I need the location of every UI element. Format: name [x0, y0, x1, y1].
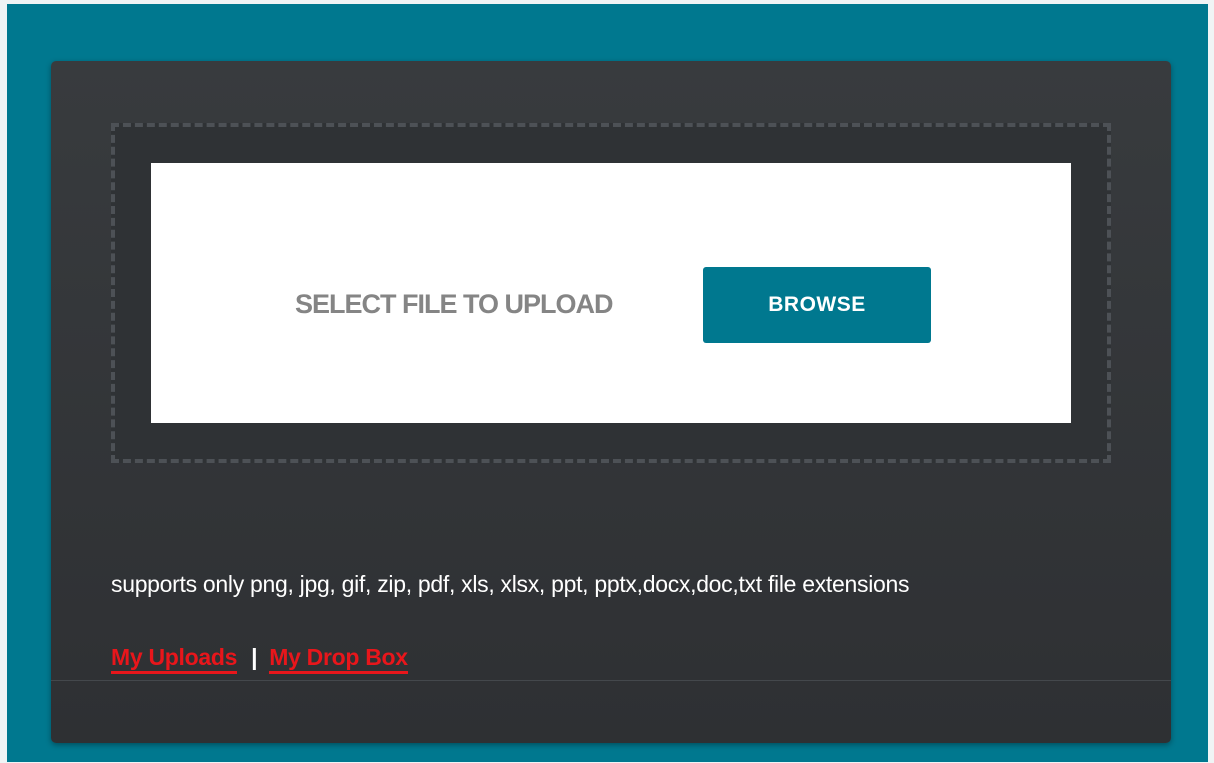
file-drop-zone[interactable]: SELECT FILE TO UPLOAD BROWSE: [111, 123, 1111, 463]
footer-divider: [51, 680, 1171, 681]
upload-links: My Uploads | My Drop Box: [111, 644, 408, 674]
drop-zone-content: SELECT FILE TO UPLOAD BROWSE: [151, 163, 1071, 423]
supported-extensions-text: supports only png, jpg, gif, zip, pdf, x…: [111, 571, 910, 597]
my-uploads-link[interactable]: My Uploads: [111, 644, 237, 674]
browse-button[interactable]: BROWSE: [703, 267, 931, 343]
page-background: SELECT FILE TO UPLOAD BROWSE supports on…: [7, 4, 1208, 762]
my-drop-box-link[interactable]: My Drop Box: [269, 644, 408, 674]
select-file-label: SELECT FILE TO UPLOAD: [295, 289, 614, 319]
upload-panel: SELECT FILE TO UPLOAD BROWSE supports on…: [51, 61, 1171, 743]
link-separator: |: [251, 644, 258, 670]
